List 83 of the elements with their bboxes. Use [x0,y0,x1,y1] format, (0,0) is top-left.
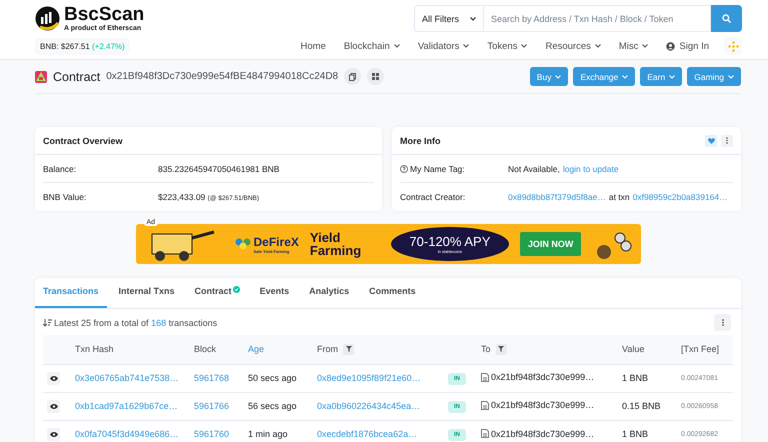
column-header[interactable]: To [477,335,618,364]
chevron-down-icon [470,16,476,20]
filter-button[interactable] [343,344,354,355]
grid-icon [372,73,380,80]
to-address-text: 0x21bf948f3dc730e999… [491,400,594,410]
chevron-down-icon [728,74,734,78]
age-text: 56 secs ago [248,401,297,411]
sign-in-link[interactable]: Sign In [657,40,718,52]
chevron-down-icon [555,74,562,78]
tab[interactable]: Contract [186,278,248,308]
contract-file-icon [481,372,489,382]
field-label: My Name Tag: [410,164,465,174]
value-text: 1 BNB [622,373,648,383]
search-field[interactable]: Search by Address / Txn Hash / Block / Token [484,5,711,32]
field-label: Balance: [43,164,78,174]
eye-icon [50,404,58,408]
bnb-price: BNB: $267.51 (+2.47%) [35,38,130,54]
card-title: Contract Overview [43,136,123,146]
connector-text: at txn [608,192,630,202]
eye-icon [50,376,58,380]
user-icon [666,42,676,50]
more-options-button[interactable] [721,134,733,146]
to-address-text: 0x21bf948f3dc730e999… [491,372,594,382]
search-icon [722,14,731,23]
nav-link[interactable]: Misc [610,40,658,52]
nav-link[interactable]: Resources [536,40,610,52]
copy-icon [349,72,356,80]
search-button[interactable] [711,5,742,32]
tab[interactable]: Analytics [301,278,358,308]
summary-text: Latest 25 from a total of 168 transactions [54,318,218,328]
chevron-down-icon [394,44,400,48]
logo-name: BscScan [64,5,144,25]
filter-dropdown[interactable]: All Filters [414,5,484,32]
field-label: Contract Creator: [400,192,466,202]
column-header[interactable]: Block [190,335,244,364]
field-value: Not Available, [508,164,560,174]
filter-button[interactable] [496,344,507,355]
ad-offer: 70-120% APY [409,234,490,249]
preview-button[interactable] [47,400,60,412]
column-header[interactable]: From [313,335,444,364]
logo-icon [35,6,60,31]
chevron-down-icon [642,44,648,48]
heart-icon [708,138,714,144]
tab[interactable]: Events [252,278,298,308]
column-header[interactable]: Value [618,335,677,364]
field-value: 835.232645947050461981 BNB [158,164,280,174]
brand-logo-icon [234,238,251,250]
tab[interactable]: Comments [361,278,424,308]
ad-headline: Yield Farming [310,231,362,257]
chevron-down-icon [463,44,470,48]
field-label: BNB Value: [43,192,88,202]
age-text: 50 secs ago [248,373,297,383]
bnb-icon [728,40,738,52]
tab[interactable]: Internal Txns [110,278,183,308]
value-text: 1 BNB [622,429,648,440]
chevron-down-icon [669,74,676,78]
qr-code-button[interactable] [367,68,384,85]
column-header[interactable]: [Txn Fee] [677,335,733,364]
to-address-text: 0x21bf948f3dc730e999… [491,428,594,438]
value-text: 0.15 BNB [622,401,661,411]
chevron-down-icon [594,44,601,48]
age-text: 1 min ago [248,429,288,440]
chevron-down-icon [521,44,528,48]
help-icon [400,164,408,172]
page-title: Contract [53,70,100,84]
nav-link[interactable]: Tokens [478,40,536,52]
nav-link[interactable]: Blockchain [334,40,409,52]
ad-brand: DeFireX [254,234,299,248]
contract-avatar-icon [35,70,47,82]
column-header[interactable]: Txn Hash [71,335,190,364]
contract-address: 0x21Bf948f3Dc730e999e54fBE4847994018Cc24D8 [106,71,338,82]
contract-file-icon [481,429,489,438]
copy-button[interactable] [344,68,362,85]
card-title: More Info [400,136,440,146]
nav-link[interactable]: Home [292,40,335,52]
sort-icon [43,318,52,326]
preview-button[interactable] [47,372,60,384]
preview-button[interactable] [47,428,60,441]
eye-icon [50,432,58,437]
chevron-down-icon [622,74,628,78]
favorite-button[interactable] [705,134,717,146]
contract-file-icon [481,400,489,410]
nav-link[interactable]: Validators [408,40,478,52]
